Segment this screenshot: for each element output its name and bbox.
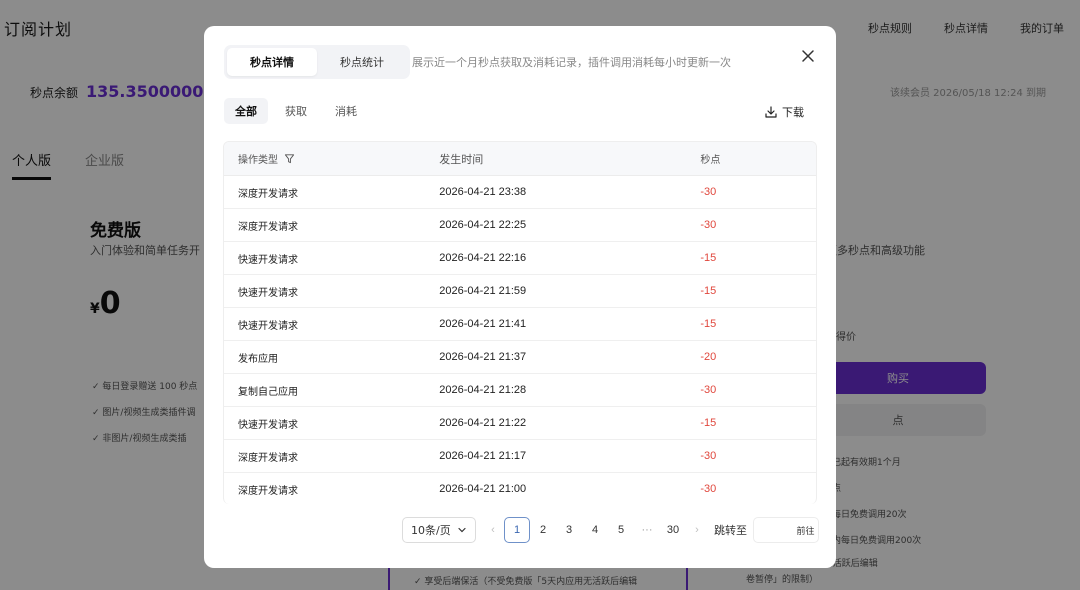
cell-points: -20 xyxy=(700,351,717,363)
modal-description: 展示近一个月秒点获取及消耗记录，插件调用消耗每小时更新一次 xyxy=(412,56,731,69)
cell-points: -30 xyxy=(700,186,717,198)
download-button[interactable]: 下载 xyxy=(765,104,804,120)
filter-all[interactable]: 全部 xyxy=(224,98,268,124)
cell-time: 2026-04-21 21:37 xyxy=(439,351,527,363)
cell-type: 快速开发请求 xyxy=(238,320,298,332)
cell-type: 复制自己应用 xyxy=(238,386,298,398)
filter-group: 全部 获取 消耗 xyxy=(224,98,368,124)
points-table: 操作类型 发生时间 秒点 深度开发请求 2026-04-21 23:38 -30 深度… xyxy=(223,141,817,504)
cell-time: 2026-04-21 21:41 xyxy=(439,318,527,330)
page-button[interactable]: 1 xyxy=(504,517,530,543)
table-row: 深度开发请求 2026-04-21 21:00 -30 xyxy=(224,473,816,504)
cell-type: 深度开发请求 xyxy=(238,221,298,233)
page-ellipsis[interactable]: ··· xyxy=(634,517,660,543)
page-list: 1 2 3 4 5 ··· 30 xyxy=(504,517,686,543)
table-body: 深度开发请求 2026-04-21 23:38 -30 深度开发请求 2026-04-2… xyxy=(224,176,816,504)
table-row: 快速开发请求 2026-04-21 21:41 -15 xyxy=(224,308,816,341)
cell-time: 2026-04-21 21:22 xyxy=(439,417,527,429)
page-size-select[interactable]: 10条/页 xyxy=(402,517,476,543)
cell-time: 2026-04-21 21:17 xyxy=(439,450,527,462)
cell-time: 2026-04-21 23:38 xyxy=(439,186,527,198)
cell-points: -30 xyxy=(700,483,717,495)
cell-points: -15 xyxy=(700,417,717,429)
jump-label: 跳转至 xyxy=(714,524,747,537)
table-row: 发布应用 2026-04-21 21:37 -20 xyxy=(224,341,816,374)
cell-time: 2026-04-21 21:28 xyxy=(439,384,527,396)
cell-type: 发布应用 xyxy=(238,353,278,365)
modal-tabs: 秒点详情 秒点统计 xyxy=(224,45,410,79)
cell-points: -15 xyxy=(700,252,717,264)
next-page-icon[interactable]: › xyxy=(686,517,708,543)
cell-type: 快速开发请求 xyxy=(238,287,298,299)
cell-type: 快速开发请求 xyxy=(238,254,298,266)
cell-time: 2026-04-21 21:00 xyxy=(439,483,527,495)
jump-button[interactable]: 前往 xyxy=(793,517,819,543)
header-time: 发生时间 xyxy=(439,153,484,166)
cell-time: 2026-04-21 22:16 xyxy=(439,252,527,264)
tab-points-stats[interactable]: 秒点统计 xyxy=(317,48,407,76)
table-row: 深度开发请求 2026-04-21 23:38 -30 xyxy=(224,176,816,209)
table-header: 操作类型 发生时间 秒点 xyxy=(224,142,816,176)
tab-points-details[interactable]: 秒点详情 xyxy=(227,48,317,76)
cell-type: 深度开发请求 xyxy=(238,485,298,497)
jump-page-input[interactable] xyxy=(753,517,793,543)
cell-points: -30 xyxy=(700,450,717,462)
chevron-down-icon xyxy=(458,527,466,533)
table-row: 快速开发请求 2026-04-21 21:22 -15 xyxy=(224,407,816,440)
cell-time: 2026-04-21 22:25 xyxy=(439,219,527,231)
cell-time: 2026-04-21 21:59 xyxy=(439,285,527,297)
points-detail-modal: 秒点详情 秒点统计 展示近一个月秒点获取及消耗记录，插件调用消耗每小时更新一次 … xyxy=(204,26,836,568)
page-button[interactable]: 30 xyxy=(660,517,686,543)
table-row: 快速开发请求 2026-04-21 21:59 -15 xyxy=(224,275,816,308)
cell-points: -15 xyxy=(700,318,717,330)
cell-type: 深度开发请求 xyxy=(238,452,298,464)
cell-points: -30 xyxy=(700,219,717,231)
page-button[interactable]: 3 xyxy=(556,517,582,543)
prev-page-icon[interactable]: ‹ xyxy=(482,517,504,543)
pagination: 10条/页 ‹ 1 2 3 4 5 ··· 30 › 跳转至 前往 xyxy=(402,517,819,543)
cell-points: -15 xyxy=(700,285,717,297)
cell-points: -30 xyxy=(700,384,717,396)
cell-type: 深度开发请求 xyxy=(238,188,298,200)
table-row: 深度开发请求 2026-04-21 22:25 -30 xyxy=(224,209,816,242)
cell-type: 快速开发请求 xyxy=(238,419,298,431)
download-icon xyxy=(765,106,777,118)
page-button[interactable]: 2 xyxy=(530,517,556,543)
filter-earn[interactable]: 获取 xyxy=(274,98,318,124)
page-button[interactable]: 5 xyxy=(608,517,634,543)
table-row: 快速开发请求 2026-04-21 22:16 -15 xyxy=(224,242,816,275)
download-label: 下载 xyxy=(782,106,804,119)
close-icon[interactable] xyxy=(800,48,816,64)
table-row: 深度开发请求 2026-04-21 21:17 -30 xyxy=(224,440,816,473)
table-row: 复制自己应用 2026-04-21 21:28 -30 xyxy=(224,374,816,407)
header-type: 操作类型 xyxy=(224,151,439,166)
page-button[interactable]: 4 xyxy=(582,517,608,543)
filter-spend[interactable]: 消耗 xyxy=(324,98,368,124)
header-points: 秒点 xyxy=(700,155,721,166)
filter-icon[interactable] xyxy=(284,153,295,164)
